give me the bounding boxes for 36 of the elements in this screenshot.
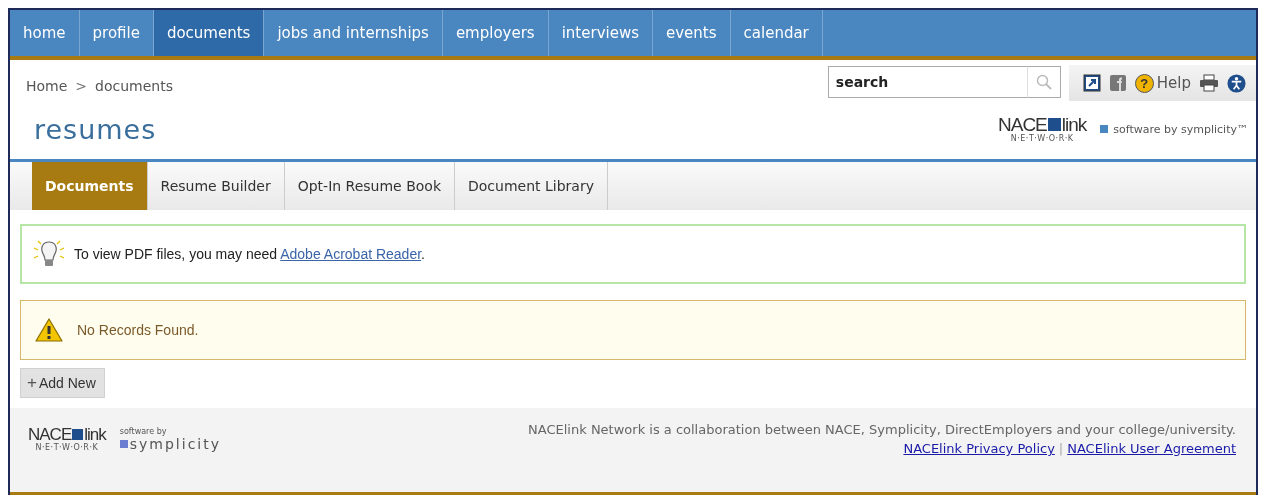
accessibility-icon[interactable] [1227, 73, 1246, 93]
nav-tab[interactable]: interviews [548, 10, 653, 56]
nav-tab[interactable]: calendar [730, 10, 823, 56]
sub-tab[interactable]: Documents [32, 162, 148, 210]
facebook-icon[interactable] [1108, 74, 1127, 92]
notice-text: No Records Found. [77, 322, 199, 338]
acrobat-link[interactable]: Adobe Acrobat Reader [280, 246, 422, 262]
privacy-link[interactable]: NACElink Privacy Policy [903, 441, 1055, 456]
nav-tab[interactable]: profile [79, 10, 154, 56]
link-separator: | [1058, 441, 1064, 456]
sub-tab[interactable]: Document Library [455, 162, 608, 210]
nav-tab[interactable]: home [10, 10, 80, 56]
nav-tab[interactable]: jobs and internships [264, 10, 443, 56]
breadcrumb-current: documents [95, 78, 173, 94]
nacelink-logo: NACE link N·E·T·W·O·R·K [28, 426, 106, 452]
search-field[interactable]: search [827, 66, 1028, 98]
nacelink-logo: NACE link N·E·T·W·O·R·K [998, 115, 1087, 143]
symplicity-logo: software by symplicity [119, 426, 221, 452]
external-link-icon[interactable] [1082, 74, 1101, 92]
breadcrumb-link[interactable]: Home [26, 78, 68, 94]
footer-note: NACElink Network is a collaboration between NACE, Symplicity, DirectEmployers and your college/university. [528, 422, 1236, 437]
agreement-link[interactable]: NACElink User Agreement [1067, 441, 1236, 456]
nav-tab[interactable]: employers [442, 10, 549, 56]
vendor-logo: software by symplicity™ [1100, 122, 1248, 136]
nav-tab[interactable]: events [653, 10, 731, 56]
help-icon[interactable]: ? [1134, 73, 1154, 93]
breadcrumb-separator: > [75, 78, 88, 94]
help-link[interactable]: Help [1156, 74, 1191, 92]
warning-icon [35, 318, 63, 342]
page-title: resumes [34, 114, 158, 145]
nav-tab[interactable]: documents [153, 10, 265, 56]
printer-icon[interactable] [1199, 74, 1219, 92]
notice-text: To view PDF files, you may need Adobe Acrobat Reader. [74, 246, 425, 262]
add-new-button[interactable]: +Add New [20, 368, 105, 398]
sub-tab[interactable]: Opt-In Resume Book [284, 162, 455, 210]
sub-tab[interactable]: Resume Builder [147, 162, 285, 210]
